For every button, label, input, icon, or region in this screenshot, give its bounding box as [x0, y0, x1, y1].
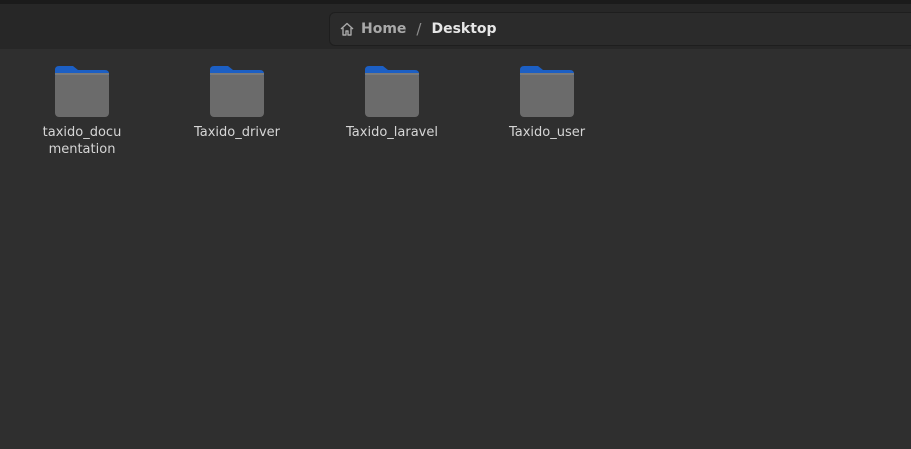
folder-label: Taxido_laravel [346, 125, 438, 140]
breadcrumb: Home / Desktop [329, 12, 911, 46]
breadcrumb-home-label: Home [361, 21, 407, 37]
folder-item-taxido-documentation[interactable]: taxido_documentation [22, 64, 142, 158]
folder-label: Taxido_driver [193, 125, 280, 140]
folder-item-taxido-laravel[interactable]: Taxido_laravel [332, 64, 452, 141]
breadcrumb-home[interactable]: Home [339, 21, 406, 37]
folder-icon [520, 66, 574, 117]
breadcrumb-separator: / [416, 20, 422, 38]
home-icon [339, 21, 355, 37]
folder-icon [210, 66, 264, 117]
breadcrumb-desktop[interactable]: Desktop [431, 21, 496, 37]
folder-item-taxido-user[interactable]: Taxido_user [487, 64, 607, 141]
folder-label: taxido_documentation [42, 125, 122, 157]
header-bar: Home / Desktop [0, 0, 911, 49]
folder-icon [55, 66, 109, 117]
folder-icon [365, 66, 419, 117]
folder-label: Taxido_user [508, 125, 586, 140]
breadcrumb-desktop-label: Desktop [431, 21, 497, 37]
folder-item-taxido-driver[interactable]: Taxido_driver [177, 64, 297, 141]
file-view[interactable]: taxido_documentation Taxido_driver Taxid… [0, 49, 911, 449]
